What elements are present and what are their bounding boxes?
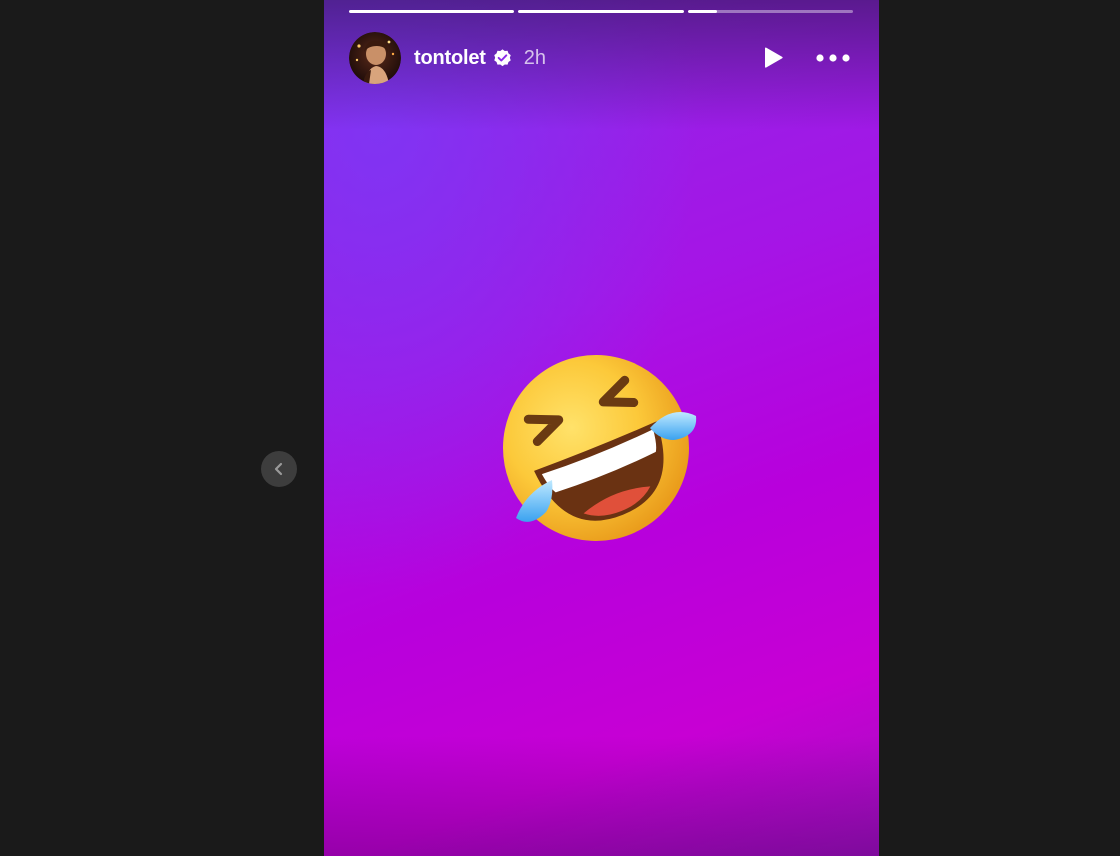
story-header: tontolet 2h bbox=[349, 32, 853, 84]
play-button[interactable] bbox=[759, 44, 787, 72]
story-progress-bar bbox=[349, 10, 853, 13]
post-time: 2h bbox=[523, 46, 546, 69]
previous-story-button[interactable] bbox=[261, 451, 297, 487]
more-horizontal-icon bbox=[816, 54, 850, 62]
progress-segment bbox=[349, 10, 515, 13]
play-icon bbox=[765, 47, 783, 68]
story-viewer: tontolet 2h bbox=[0, 0, 1120, 856]
username[interactable]: tontolet bbox=[414, 47, 486, 70]
story-frame[interactable]: tontolet 2h bbox=[324, 0, 879, 856]
more-options-button[interactable] bbox=[813, 44, 853, 72]
verified-badge-icon bbox=[492, 48, 513, 69]
avatar-image bbox=[349, 32, 401, 84]
avatar[interactable] bbox=[349, 32, 401, 84]
progress-segment bbox=[687, 10, 853, 13]
chevron-left-icon bbox=[274, 462, 283, 476]
rolling-on-floor-laughing-emoji bbox=[500, 352, 700, 544]
progress-segment bbox=[518, 10, 684, 13]
